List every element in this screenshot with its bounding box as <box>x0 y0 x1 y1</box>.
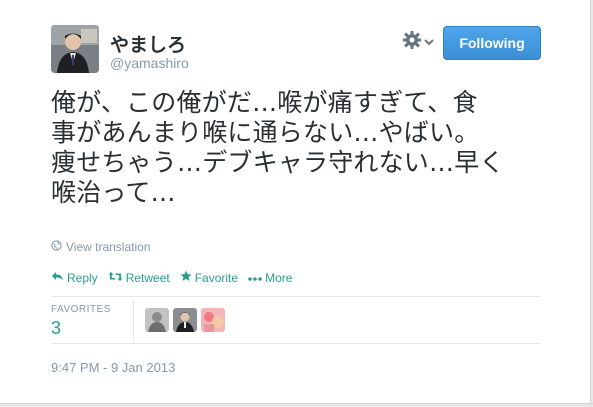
favorite-label: Favorite <box>194 270 239 285</box>
reply-label: Reply <box>67 270 98 285</box>
reply-button[interactable]: Reply <box>51 270 98 285</box>
favoriters-facepile <box>145 308 225 332</box>
tweet-line: 事があんまり喉に通らない…やばい。 <box>51 118 480 147</box>
view-translation-label: View translation <box>66 240 151 254</box>
user-actions-dropdown[interactable] <box>402 30 438 55</box>
favoriter-avatar[interactable] <box>173 308 197 332</box>
author-avatar[interactable] <box>51 25 99 73</box>
retweet-icon <box>108 271 123 285</box>
stats-divider-bottom <box>51 343 541 344</box>
tweet-line: 喉治って… <box>51 178 176 207</box>
tweet-line: 痩せちゃう…デブキャラ守れない…早く <box>51 148 505 177</box>
tweet-stats: FAVORITES 3 <box>51 298 541 343</box>
window-edge-bottom <box>0 403 593 407</box>
gear-icon <box>402 30 422 55</box>
retweet-label: Retweet <box>125 270 170 285</box>
favoriter-avatar[interactable] <box>201 308 225 332</box>
stats-divider-top <box>51 296 541 297</box>
globe-icon <box>51 240 62 254</box>
reply-icon <box>51 271 64 285</box>
star-icon <box>180 270 192 285</box>
tweet-text: 俺が、この俺がだ…喉が痛すぎて、食 事があんまり喉に通らない…やばい。 痩せちゃ… <box>51 88 551 208</box>
retweet-button[interactable]: Retweet <box>108 270 170 285</box>
author-username[interactable]: @yamashiro <box>110 55 189 71</box>
favoriter-avatar[interactable] <box>145 308 169 332</box>
favorites-count[interactable]: 3 <box>51 318 61 339</box>
more-dots-icon <box>248 271 262 285</box>
favorite-button[interactable]: Favorite <box>180 270 238 285</box>
tweet-actions: Reply Retweet Favorite More <box>51 270 292 285</box>
tweet-timestamp[interactable]: 9:47 PM - 9 Jan 2013 <box>51 360 175 375</box>
view-translation-link[interactable]: View translation <box>51 240 151 254</box>
more-button[interactable]: More <box>248 270 292 285</box>
tweet-card: やましろ @yamashiro Following 俺が、この俺がだ…喉が痛すぎ… <box>0 0 593 407</box>
author-fullname[interactable]: やましろ <box>110 30 186 57</box>
stats-separator <box>133 300 134 342</box>
favorites-label: FAVORITES <box>51 304 111 315</box>
tweet-line: 俺が、この俺がだ…喉が痛すぎて、食 <box>51 88 478 117</box>
more-label: More <box>265 270 293 285</box>
chevron-down-icon <box>424 33 434 51</box>
following-button[interactable]: Following <box>443 26 541 60</box>
